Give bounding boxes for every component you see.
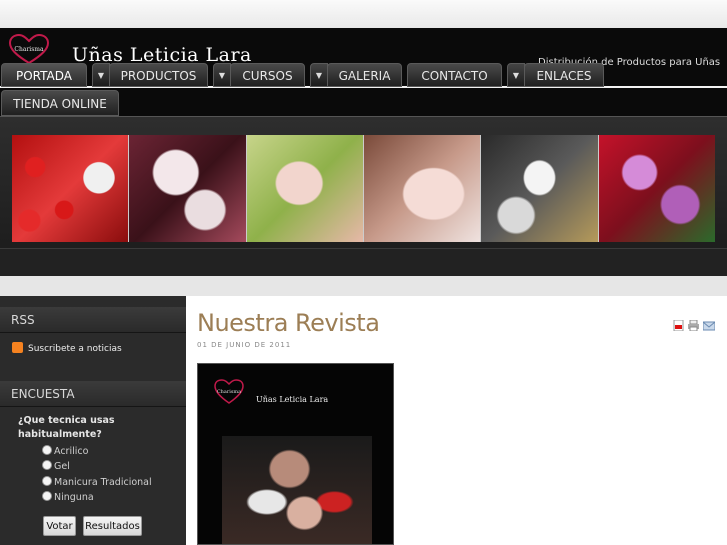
vote-button[interactable]: Votar xyxy=(43,516,76,536)
poll-option-gel[interactable]: Gel xyxy=(42,460,70,472)
logo-text: Charisma xyxy=(14,46,44,53)
nav-cursos-dropdown-icon[interactable]: ▼ xyxy=(213,63,231,87)
nav-portada[interactable]: PORTADA xyxy=(1,63,87,87)
nav-galeria[interactable]: GALERIA xyxy=(327,63,402,87)
cover-logo-text: Charisma xyxy=(217,389,241,395)
poll-question: ¿Que tecnica usas habitualmente? xyxy=(18,415,115,440)
site-logo[interactable]: Charisma xyxy=(6,33,52,67)
article-date: 01 DE JUNIO DE 2011 xyxy=(197,341,292,349)
nav-cursos[interactable]: CURSOS xyxy=(230,63,305,87)
nav-tienda-online[interactable]: TIENDA ONLINE xyxy=(1,90,119,116)
poll-option-label: Acrilico xyxy=(54,446,89,457)
nav-productos[interactable]: PRODUCTOS xyxy=(109,63,208,87)
nav-enlaces-dropdown-icon[interactable]: ▼ xyxy=(507,63,525,87)
print-icon[interactable] xyxy=(688,320,699,331)
banner-bottom-bar xyxy=(0,248,727,277)
cover-title: Uñas Leticia Lara xyxy=(256,395,329,404)
banner-image-6 xyxy=(598,135,715,242)
magazine-cover[interactable]: Charisma Uñas Leticia Lara xyxy=(197,363,394,545)
poll-option-label: Ninguna xyxy=(54,492,94,503)
banner-image-4 xyxy=(363,135,481,242)
banner-image-2 xyxy=(129,135,246,242)
top-strip xyxy=(0,0,727,28)
pdf-icon[interactable] xyxy=(673,320,684,331)
nav-enlaces[interactable]: ENLACES xyxy=(524,63,604,87)
nav-productos-dropdown-icon[interactable]: ▼ xyxy=(92,63,110,87)
poll-module-title: ENCUESTA xyxy=(0,381,186,407)
separator-band xyxy=(0,276,727,296)
radio-button[interactable] xyxy=(42,491,52,501)
poll-option-manicura[interactable]: Manicura Tradicional xyxy=(42,476,152,488)
banner-image-3 xyxy=(246,135,363,242)
nav-contacto[interactable]: CONTACTO xyxy=(407,63,502,87)
poll-option-ninguna[interactable]: Ninguna xyxy=(42,491,94,503)
banner-image-1 xyxy=(12,135,129,242)
rss-module-title: RSS xyxy=(0,307,186,333)
banner-image-5 xyxy=(481,135,598,242)
article-title[interactable]: Nuestra Revista xyxy=(197,309,380,337)
radio-button[interactable] xyxy=(42,445,52,455)
radio-button[interactable] xyxy=(42,476,52,486)
rss-subscribe-link[interactable]: Suscribete a noticias xyxy=(12,342,122,354)
nav-galeria-dropdown-icon[interactable]: ▼ xyxy=(310,63,328,87)
cover-logo: Charisma xyxy=(214,379,244,404)
results-button[interactable]: Resultados xyxy=(83,516,142,536)
cover-nails-image xyxy=(222,436,372,544)
radio-button[interactable] xyxy=(42,460,52,470)
rss-icon xyxy=(12,342,23,353)
poll-option-label: Gel xyxy=(54,461,70,472)
poll-option-label: Manicura Tradicional xyxy=(54,477,152,488)
banner-slideshow[interactable] xyxy=(12,135,715,242)
poll-option-acrilico[interactable]: Acrilico xyxy=(42,445,88,457)
rss-subscribe-label: Suscribete a noticias xyxy=(28,344,122,354)
email-icon[interactable] xyxy=(703,320,715,331)
